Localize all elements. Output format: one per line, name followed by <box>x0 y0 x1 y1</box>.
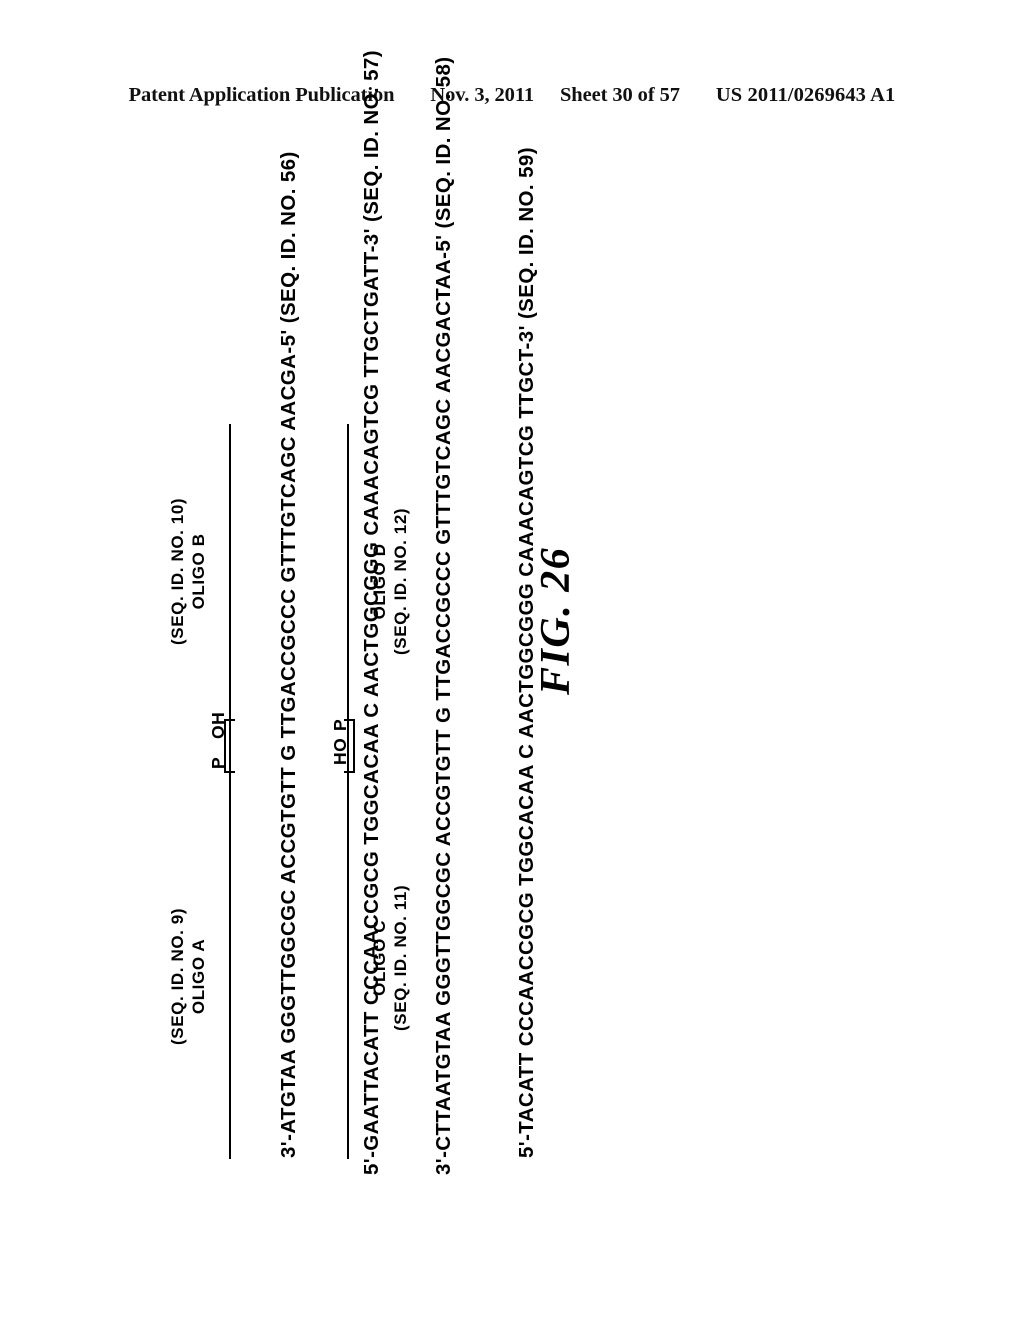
callout-oligo-b: (SEQ. ID. NO. 10) OLIGO B <box>168 498 209 645</box>
figure-26-drawing: 3'-ATGTAA GGGTTGGCGC ACCGTGTT G TTGACCGC… <box>0 0 1024 1320</box>
sequence-row-1: 3'-ATGTAA GGGTTGGCGC ACCGTGTT G TTGACCGC… <box>277 151 300 1158</box>
duplex-rule-top <box>229 424 231 1159</box>
oligo-d-seq-id: (SEQ. ID. NO. 12) <box>390 507 410 655</box>
sequence-row-3: 3'-CTTAATGTAA GGGTTGGCGC ACCGTGTT G TTGA… <box>432 56 455 1175</box>
oligo-a-seq-id: (SEQ. ID. NO. 9) <box>168 907 187 1045</box>
oligo-b-name: OLIGO B <box>188 533 208 610</box>
oligo-b-seq-id: (SEQ. ID. NO. 10) <box>168 497 187 645</box>
oligo-c-name: OLIGO C <box>370 919 389 996</box>
oligo-d-name: OLIGO D <box>370 543 389 620</box>
callout-oligo-c: OLIGO C (SEQ. ID. NO. 11) <box>370 885 411 1031</box>
end-group-phosphate-top: P <box>208 756 228 769</box>
end-group-phosphate-bottom: P <box>330 718 350 731</box>
rotated-drawing-canvas: 3'-ATGTAA GGGTTGGCGC ACCGTGTT G TTGACCGC… <box>62 50 962 1255</box>
callout-oligo-a: (SEQ. ID. NO. 9) OLIGO A <box>168 908 209 1045</box>
figure-caption: FIG. 26 <box>533 546 579 695</box>
oligo-c-seq-id: (SEQ. ID. NO. 11) <box>390 884 410 1031</box>
callout-oligo-d: OLIGO D (SEQ. ID. NO. 12) <box>370 508 411 655</box>
end-group-hydroxyl-bottom: HO <box>330 737 350 765</box>
oligo-a-name: OLIGO A <box>188 938 208 1015</box>
end-group-hydroxyl-top: OH <box>208 711 228 739</box>
